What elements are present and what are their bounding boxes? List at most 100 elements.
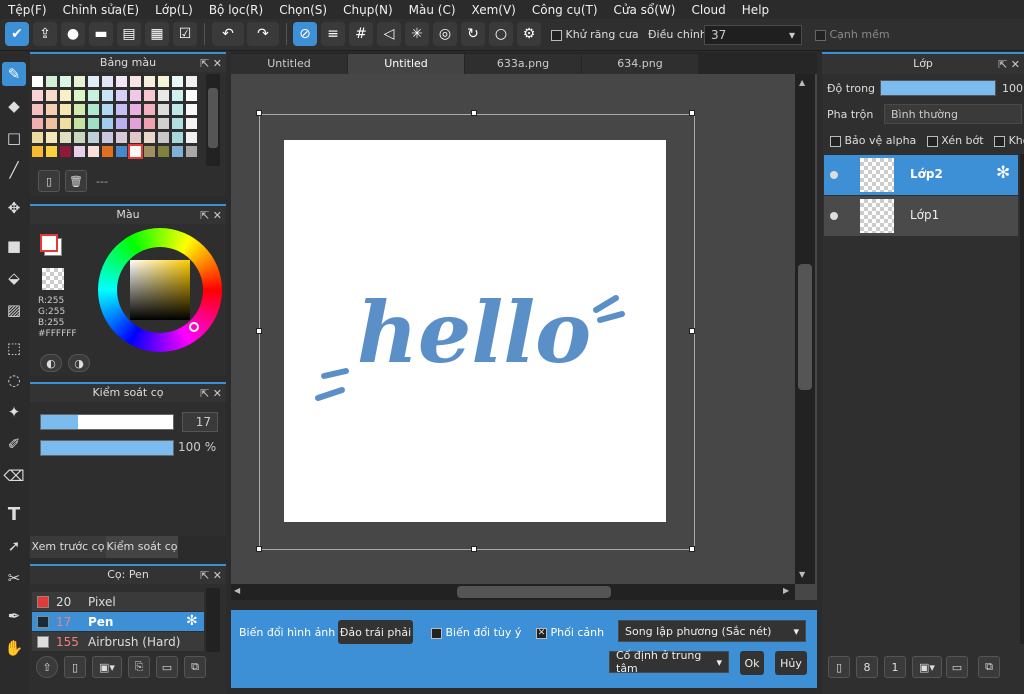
color-swatch[interactable] — [158, 76, 169, 87]
menu-select[interactable]: Chọn(S) — [271, 3, 335, 17]
color-swatch[interactable] — [116, 118, 127, 129]
color-swatch[interactable] — [144, 90, 155, 101]
saturation-value-box[interactable] — [130, 260, 190, 320]
vertical-scrollbar[interactable]: ▲ ▼ — [795, 74, 815, 584]
color-swatch[interactable] — [116, 76, 127, 87]
color-swatch[interactable] — [88, 146, 99, 157]
color-swatch[interactable] — [74, 146, 85, 157]
protect-alpha-option[interactable]: Bảo vệ alpha — [830, 134, 916, 147]
new-layer-icon[interactable]: ▯ — [828, 656, 850, 678]
select-rect-tool-icon[interactable]: ⬚ — [2, 336, 26, 360]
color-swatch[interactable] — [32, 146, 43, 157]
color-swatch[interactable] — [130, 104, 141, 115]
color-swatch[interactable] — [144, 118, 155, 129]
menu-help[interactable]: Help — [734, 3, 777, 17]
color-swatch[interactable] — [172, 132, 183, 143]
color-swatch[interactable] — [60, 104, 71, 115]
anchor-select[interactable]: Cố định ở trung tâm ▾ — [609, 649, 729, 675]
menu-file[interactable]: Tệp(F) — [0, 3, 55, 17]
brush-copy-icon[interactable]: ⎘ — [128, 656, 150, 678]
color-swatch[interactable] — [186, 118, 197, 129]
scroll-thumb[interactable] — [457, 586, 611, 598]
menu-cloud[interactable]: Cloud — [684, 3, 734, 17]
color-swatch[interactable] — [172, 76, 183, 87]
color-swatch[interactable] — [32, 132, 43, 143]
color-swatch[interactable] — [60, 132, 71, 143]
folder-icon[interactable]: ▭ — [156, 656, 178, 678]
layer-scrollbar[interactable] — [1020, 154, 1024, 644]
text-tool-icon[interactable]: T — [2, 502, 26, 526]
scroll-thumb[interactable] — [798, 264, 812, 390]
close-icon[interactable]: ✕ — [213, 387, 222, 400]
move-tool-icon[interactable]: ✥ — [2, 196, 26, 220]
close-icon[interactable]: ✕ — [213, 569, 222, 582]
panel-layout-icon[interactable]: ▦ — [145, 22, 169, 46]
color-swatch[interactable] — [102, 118, 113, 129]
color-swatch[interactable] — [158, 118, 169, 129]
color-swatch[interactable] — [74, 118, 85, 129]
grid-snap-icon[interactable]: # — [349, 22, 373, 46]
color-swatch[interactable] — [130, 76, 141, 87]
layer-row-selected[interactable]: Lớp2 ✻ — [824, 155, 1018, 195]
layer-row[interactable]: Lớp1 — [824, 196, 1018, 236]
magic-wand-tool-icon[interactable]: ✦ — [2, 400, 26, 424]
color-swatch[interactable] — [60, 76, 71, 87]
brush-list-item[interactable]: 20 Pixel — [32, 592, 204, 611]
color-swatch[interactable] — [144, 76, 155, 87]
operation-tool-icon[interactable]: ➚ — [2, 534, 26, 558]
snap-off-icon[interactable]: ⊘ — [293, 22, 317, 46]
color-swatch[interactable] — [46, 132, 57, 143]
tab-document[interactable]: 634.png — [582, 54, 698, 74]
shape-tool-icon[interactable]: □ — [2, 126, 26, 150]
lock-option[interactable]: Khó — [994, 134, 1024, 147]
folder-icon[interactable]: ▭ — [946, 656, 968, 678]
new-1bit-layer-icon[interactable]: 1 — [884, 656, 906, 678]
color-swatch[interactable] — [46, 146, 57, 157]
color-swatch[interactable] — [186, 132, 197, 143]
color-swatch[interactable] — [102, 76, 113, 87]
brush-size-value[interactable]: 17 — [182, 412, 218, 432]
transform-handle-n[interactable] — [471, 110, 477, 116]
color-swatch[interactable] — [116, 90, 127, 101]
brush-cloud-icon[interactable]: ⇧ — [36, 656, 58, 678]
adjust-select[interactable]: 37 ▾ — [704, 25, 802, 45]
scroll-left-icon[interactable]: ◀ — [234, 586, 240, 595]
document-icon[interactable]: ▤ — [117, 22, 141, 46]
color-swatch[interactable] — [88, 132, 99, 143]
scroll-up-icon[interactable]: ▲ — [799, 78, 805, 87]
hue-wheel[interactable] — [98, 228, 222, 352]
popout-icon[interactable]: ⇱ — [998, 58, 1007, 71]
trash-icon[interactable]: 🗑 — [65, 170, 87, 192]
transform-handle-se[interactable] — [689, 546, 695, 552]
color-swatch[interactable] — [116, 146, 127, 157]
tab-brush-control[interactable]: Kiểm soát cọ — [106, 536, 178, 558]
color-swatch[interactable] — [172, 90, 183, 101]
color-swatch[interactable] — [158, 132, 169, 143]
undo-icon[interactable]: ↶ — [212, 22, 244, 46]
transform-handle-ne[interactable] — [689, 110, 695, 116]
perspective-snap-icon[interactable]: ◁ — [377, 22, 401, 46]
transparent-color-swatch[interactable] — [42, 268, 64, 290]
transform-handle-s[interactable] — [471, 546, 477, 552]
clipping-option[interactable]: Xén bớt — [926, 134, 984, 147]
speech-bubble-icon[interactable]: ● — [61, 22, 85, 46]
color-swatch[interactable] — [46, 118, 57, 129]
color-swatch[interactable] — [60, 146, 71, 157]
color-swatch[interactable] — [46, 76, 57, 87]
soft-edge-option[interactable]: Cạnh mềm — [815, 28, 890, 41]
eye-icon[interactable] — [830, 171, 838, 179]
tab-document[interactable]: Untitled — [231, 54, 347, 74]
circle-snap-icon[interactable]: ◎ — [433, 22, 457, 46]
color-swatch[interactable] — [102, 132, 113, 143]
new-8bit-layer-icon[interactable]: 8 — [856, 656, 878, 678]
popout-icon[interactable]: ⇱ — [200, 569, 209, 582]
color-swatch[interactable] — [74, 90, 85, 101]
comment-icon[interactable]: ▬ — [89, 22, 113, 46]
color-swatch[interactable] — [128, 144, 143, 159]
duplicate-layer-icon[interactable]: ⧉ — [978, 656, 1000, 678]
scroll-thumb[interactable] — [208, 88, 218, 148]
duplicate-icon[interactable]: ⧉ — [184, 656, 206, 678]
color-swatch[interactable] — [32, 104, 43, 115]
color-swatch[interactable] — [74, 76, 85, 87]
color-swatch[interactable] — [88, 90, 99, 101]
